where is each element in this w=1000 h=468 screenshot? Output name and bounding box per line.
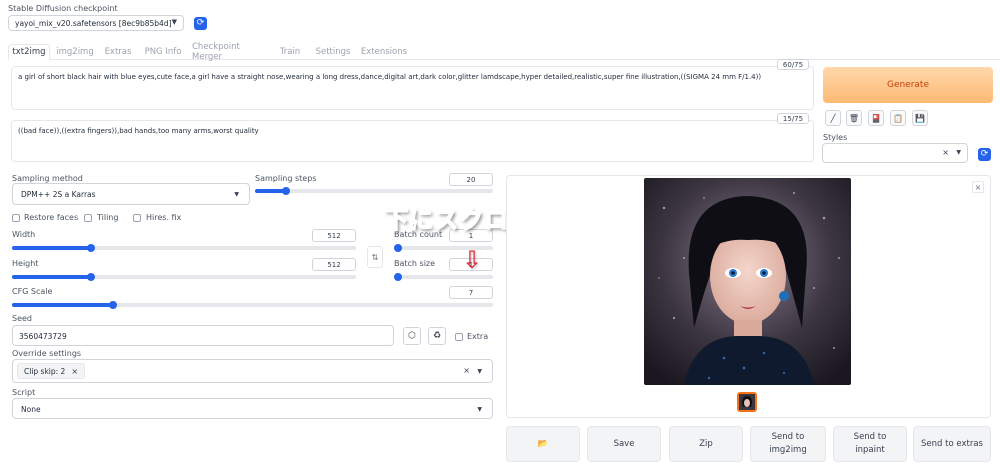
send-to-extras-button[interactable]: Send to extras [913,426,991,462]
clear-icon[interactable]: × [463,366,470,375]
clip-skip-chip-label: Clip skip: 2 [24,366,66,376]
negative-prompt-token-counter: 15/75 [777,113,809,124]
chevron-down-icon: ▼ [171,18,177,26]
width-input[interactable]: 512 [312,229,356,242]
extra-seed-label: Extra [467,332,489,341]
folder-icon: 📂 [537,438,549,449]
script-value: None [21,405,41,414]
height-label: Height [12,259,39,268]
chevron-down-icon: ▼ [956,149,961,156]
prompt-textarea[interactable]: a girl of short black hair with blue eye… [11,66,814,110]
close-icon[interactable]: × [972,181,984,193]
clear-icon[interactable]: × [942,148,949,157]
restore-faces-label: Restore faces [24,213,79,222]
random-seed-icon[interactable]: ⬡ [403,327,421,345]
swap-dimensions-icon[interactable]: ⇅ [367,246,383,268]
negative-prompt-textarea[interactable]: ((bad face)),((extra fingers)),bad hands… [11,120,814,162]
hires-fix-checkbox[interactable] [133,214,141,222]
sampling-method-label: Sampling method [12,174,83,183]
send-to-img2img-button[interactable]: Send to img2img [750,426,826,462]
batch-size-label: Batch size [394,259,436,268]
sampling-method-value: DPM++ 2S a Karras [21,190,96,199]
batch-size-thumb[interactable] [394,273,402,281]
prompt-token-counter: 60/75 [777,59,809,70]
prompt-text: a girl of short black hair with blue eye… [18,73,762,81]
script-label: Script [12,388,36,397]
script-dropdown[interactable]: None ▼ [12,398,493,419]
chevron-down-icon: ▼ [234,191,239,198]
sampling-steps-input[interactable]: 20 [449,173,493,186]
refresh-checkpoint-icon[interactable]: ⟳ [194,17,207,30]
tab-checkpoint-merger[interactable]: Checkpoint Merger [192,42,268,62]
checkpoint-label: Stable Diffusion checkpoint [8,4,118,13]
cfg-scale-thumb[interactable] [109,301,117,309]
send-to-inpaint-button[interactable]: Send to inpaint [833,426,907,462]
sampling-steps-label: Sampling steps [255,174,317,183]
tab-settings[interactable]: Settings [312,44,354,60]
read-params-icon[interactable]: ╱ [825,110,841,126]
tab-txt2img[interactable]: txt2img [8,44,50,60]
batch-count-thumb[interactable] [394,244,402,252]
negative-prompt-text: ((bad face)),((extra fingers)),bad hands… [18,127,259,135]
batch-size-slider[interactable] [394,275,493,279]
chevron-down-icon: ▼ [477,368,482,375]
cfg-scale-label: CFG Scale [12,287,53,296]
generate-button[interactable]: Generate [823,67,993,103]
width-slider[interactable] [12,246,356,250]
sampling-method-dropdown[interactable]: DPM++ 2S a Karras ▼ [12,183,250,205]
width-label: Width [12,230,36,239]
cfg-scale-slider[interactable] [12,303,493,307]
styles-dropdown[interactable]: × ▼ [822,143,968,163]
tiling-label: Tiling [97,213,119,222]
tiling-checkbox[interactable] [84,214,92,222]
height-input[interactable]: 512 [312,258,356,271]
tab-img2img[interactable]: img2img [54,44,96,60]
refresh-styles-icon[interactable]: ⟳ [978,148,991,161]
extra-seed-checkbox[interactable] [455,333,463,341]
tab-train[interactable]: Train [276,44,304,60]
height-slider[interactable] [12,275,356,279]
extra-networks-icon[interactable]: 🎴 [868,110,884,126]
styles-label: Styles [823,133,848,142]
chevron-down-icon: ▼ [477,406,482,413]
arrow-down-icon: ⇩ [462,246,483,274]
cfg-scale-input[interactable]: 7 [449,286,493,299]
apply-style-icon[interactable]: 📋 [890,110,906,126]
generated-image[interactable] [644,178,851,385]
zip-button[interactable]: Zip [669,426,743,462]
override-settings-dropdown[interactable]: Clip skip: 2 × × ▼ [12,359,493,383]
checkpoint-dropdown[interactable]: yayoi_mix_v20.safetensors [8ec9b85b4d] ▼ [8,15,184,31]
override-settings-label: Override settings [12,349,82,358]
sampling-steps-thumb[interactable] [281,187,290,195]
hires-fix-label: Hires. fix [146,213,182,222]
sampling-steps-slider[interactable] [255,189,493,193]
reuse-seed-icon[interactable]: ♻ [428,327,446,345]
save-button[interactable]: Save [587,426,661,462]
checkpoint-value: yayoi_mix_v20.safetensors [8ec9b85b4d] [15,19,172,28]
tab-extensions[interactable]: Extensions [360,44,408,60]
seed-value: 3560473729 [19,332,67,341]
trash-icon[interactable]: 🗑 [846,110,862,126]
clip-skip-chip[interactable]: Clip skip: 2 × [17,363,86,379]
seed-label: Seed [12,314,32,323]
restore-faces-checkbox[interactable] [12,214,20,222]
seed-input[interactable]: 3560473729 [12,325,394,346]
tab-png-info[interactable]: PNG Info [142,44,184,60]
remove-chip-icon[interactable]: × [71,367,78,376]
gallery-thumbnail[interactable] [737,392,757,412]
open-folder-button[interactable]: 📂 [506,426,580,462]
tab-extras[interactable]: Extras [102,44,134,60]
save-style-icon[interactable]: 💾 [912,110,928,126]
